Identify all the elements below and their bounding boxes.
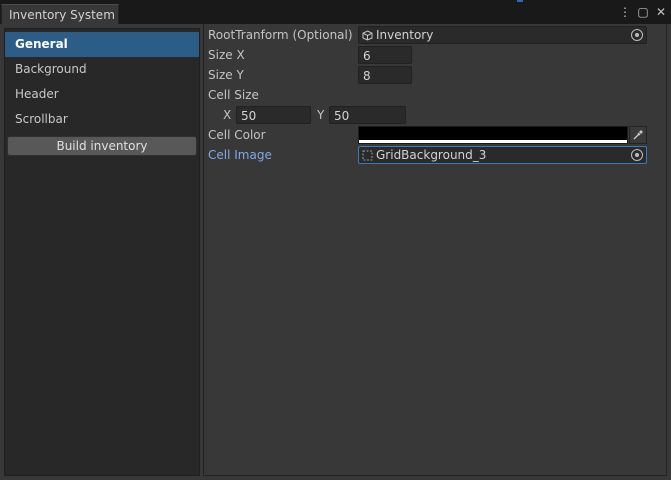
accent-line: [517, 0, 523, 2]
object-picker-icon[interactable]: [631, 149, 643, 161]
eyedropper-icon[interactable]: [629, 126, 647, 144]
build-inventory-button[interactable]: Build inventory: [7, 136, 197, 156]
sidebar-item-header[interactable]: Header: [5, 82, 199, 107]
kebab-menu-icon[interactable]: ⋮: [619, 5, 631, 19]
size-x-label: Size X: [208, 48, 245, 62]
cell-size-x-label: X: [223, 108, 232, 122]
sprite-icon: [362, 150, 373, 160]
sidebar-nav: General Background Header Scrollbar: [5, 32, 199, 132]
cell-color-swatch[interactable]: [358, 126, 628, 144]
title-bar: Inventory System ⋮ ▢ ✕: [0, 0, 671, 24]
root-transform-field[interactable]: Inventory: [358, 26, 647, 44]
cell-color-label: Cell Color: [208, 128, 266, 142]
sidebar-item-label: Header: [15, 87, 59, 101]
window-controls: ⋮ ▢ ✕: [619, 4, 667, 20]
alpha-bar: [359, 140, 627, 143]
sidebar-item-label: General: [15, 37, 68, 51]
size-y-input[interactable]: 8: [358, 66, 412, 84]
cube-icon: [362, 29, 373, 41]
size-x-input[interactable]: 6: [358, 46, 412, 64]
window-tab-label: Inventory System: [9, 8, 115, 22]
sidebar-item-background[interactable]: Background: [5, 57, 199, 82]
sidebar-item-scrollbar[interactable]: Scrollbar: [5, 107, 199, 132]
cell-image-value: GridBackground_3: [376, 148, 487, 162]
cell-size-x-input[interactable]: 50: [236, 106, 311, 124]
cell-size-y-label: Y: [317, 108, 325, 122]
sidebar-item-general[interactable]: General: [5, 32, 199, 57]
close-icon[interactable]: ✕: [655, 5, 667, 19]
maximize-icon[interactable]: ▢: [637, 5, 649, 19]
sidebar-item-label: Background: [15, 62, 87, 76]
cell-image-label: Cell Image: [208, 148, 272, 162]
root-transform-label: RootTranform (Optional): [208, 28, 353, 42]
size-y-label: Size Y: [208, 68, 244, 82]
window-content: General Background Header Scrollbar Buil…: [0, 24, 671, 480]
window-tab[interactable]: Inventory System: [1, 4, 119, 24]
cell-size-y-input[interactable]: 50: [329, 106, 406, 124]
sidebar-item-label: Scrollbar: [15, 112, 68, 126]
cell-image-field[interactable]: GridBackground_3: [358, 146, 647, 164]
root-transform-value: Inventory: [376, 28, 434, 42]
sidebar: General Background Header Scrollbar Buil…: [4, 28, 200, 476]
cell-size-label: Cell Size: [208, 88, 259, 102]
properties-panel: RootTranform (Optional) Inventory Size X…: [203, 24, 667, 476]
object-picker-icon[interactable]: [631, 29, 643, 41]
